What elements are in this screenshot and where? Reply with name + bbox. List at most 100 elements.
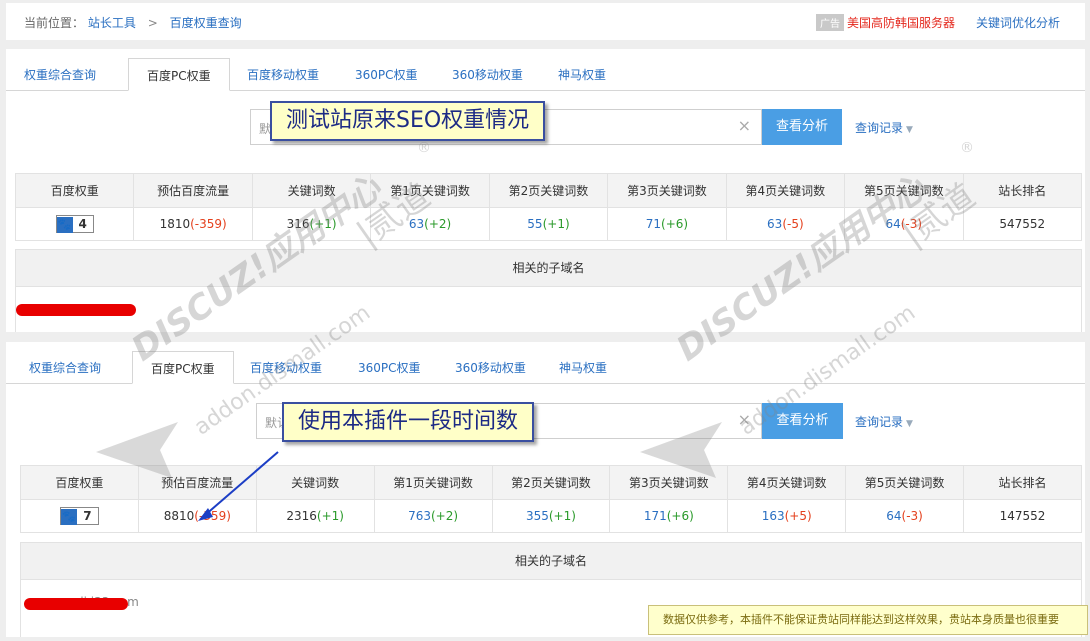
- column-header: 百度权重: [14, 173, 135, 208]
- query-history-link[interactable]: 查询记录 ▼: [855, 413, 913, 430]
- tab-baidu-pc[interactable]: 百度PC权重: [132, 351, 234, 384]
- weight-badge[interactable]: 🐾 4: [55, 215, 94, 233]
- annotation-callout: 测试站原来SEO权重情况: [270, 101, 546, 141]
- query-history-label: 查询记录: [855, 415, 904, 429]
- tab-360-pc[interactable]: 360PC权重: [358, 359, 421, 376]
- breadcrumb-link-tools[interactable]: 站长工具: [88, 16, 136, 30]
- keywords-cell: 2316(+1): [255, 499, 375, 533]
- page3-cell: 71(+6): [607, 207, 727, 241]
- redaction-mark: [16, 304, 136, 316]
- page5-value[interactable]: 64: [885, 217, 900, 231]
- column-header: 关键词数: [251, 173, 372, 208]
- tab-360-mobile[interactable]: 360移动权重: [455, 359, 526, 376]
- baidu-paw-icon: 🐾: [61, 509, 78, 525]
- traffic-cell: 1810(-359): [133, 207, 253, 241]
- subdomain-list: [15, 287, 1082, 332]
- column-header: 预估百度流量: [133, 173, 253, 208]
- page1-value[interactable]: 763: [408, 509, 431, 523]
- keyword-analysis-link[interactable]: 关键词优化分析: [976, 14, 1060, 31]
- baidu-paw-icon: 🐾: [56, 217, 73, 233]
- ad-link[interactable]: 美国高防韩国服务器: [847, 14, 955, 31]
- annotation-callout: 使用本插件一段时间数: [282, 402, 535, 442]
- page5-delta: (-3): [900, 217, 923, 231]
- page2-value[interactable]: 355: [526, 509, 549, 523]
- tab-360-mobile[interactable]: 360移动权重: [452, 66, 523, 83]
- breadcrumb-prefix: 当前位置：: [24, 16, 85, 30]
- page3-value[interactable]: 171: [644, 509, 667, 523]
- traffic-value: 1810: [159, 217, 191, 231]
- tab-shenma[interactable]: 神马权重: [559, 359, 607, 376]
- tab-weight-overview[interactable]: 权重综合查询: [24, 66, 96, 83]
- tab-bar: 权重综合查询 百度PC权重 百度移动权重 360PC权重 360移动权重 神马权…: [6, 58, 1085, 91]
- page2-value[interactable]: 55: [527, 217, 542, 231]
- page1-value[interactable]: 63: [409, 217, 424, 231]
- analyze-button[interactable]: 查看分析: [762, 403, 843, 439]
- keywords-cell: 316(+1): [251, 207, 372, 241]
- table-header-row: 百度权重 预估百度流量 关键词数 第1页关键词数 第2页关键词数 第3页关键词数…: [14, 173, 1082, 208]
- column-header: 百度权重: [20, 465, 139, 500]
- weight-value: 4: [78, 217, 87, 231]
- tab-baidu-mobile[interactable]: 百度移动权重: [247, 66, 319, 83]
- page1-cell: 763(+2): [373, 499, 493, 533]
- rank-cell: 547552: [962, 207, 1082, 241]
- keywords-delta: (+1): [316, 509, 344, 523]
- tab-360-pc[interactable]: 360PC权重: [355, 66, 418, 83]
- redaction-mark: [24, 598, 128, 610]
- tab-baidu-mobile[interactable]: 百度移动权重: [250, 359, 322, 376]
- chevron-down-icon: ▼: [906, 419, 913, 429]
- tab-baidu-pc[interactable]: 百度PC权重: [128, 58, 230, 91]
- chevron-down-icon: ▼: [906, 125, 913, 135]
- page1-delta: (+2): [430, 509, 459, 523]
- query-history-label: 查询记录: [855, 121, 904, 135]
- keywords-value: 316: [286, 217, 310, 231]
- page2-cell: 355(+1): [491, 499, 611, 533]
- weight-badge[interactable]: 🐾 7: [60, 507, 99, 525]
- result-panel-after: 权重综合查询 百度PC权重 百度移动权重 360PC权重 360移动权重 神马权…: [6, 342, 1085, 637]
- column-header: 第2页关键词数: [488, 173, 609, 208]
- page4-cell: 63(-5): [725, 207, 846, 241]
- breadcrumb: 当前位置： 站长工具 > 百度权重查询: [24, 14, 242, 31]
- column-header: 站长排名: [963, 465, 1082, 500]
- table-row: 🐾 4 1810(-359) 316(+1) 63(+2) 55(+1) 71(+…: [14, 207, 1082, 241]
- column-header: 关键词数: [255, 465, 375, 500]
- column-header: 第2页关键词数: [491, 465, 611, 500]
- baidu-weight-cell: 🐾 7: [20, 499, 139, 533]
- breadcrumb-link-baidu-weight[interactable]: 百度权重查询: [170, 16, 242, 30]
- disclaimer-notice: 数据仅供参考，本插件不能保证贵站同样能达到这样效果，贵站本身质量也很重要: [648, 605, 1088, 635]
- analyze-button[interactable]: 查看分析: [762, 109, 842, 145]
- table-row: 🐾 7 8810(-359) 2316(+1) 763(+2) 355(+1) 1…: [20, 499, 1082, 533]
- subdomain-header: 相关的子域名: [15, 249, 1082, 287]
- subdomain-header: 相关的子域名: [20, 542, 1082, 580]
- page3-cell: 171(+6): [609, 499, 729, 533]
- page1-cell: 63(+2): [370, 207, 490, 241]
- clear-icon[interactable]: ×: [738, 116, 751, 135]
- weight-value: 7: [83, 509, 92, 523]
- clear-icon[interactable]: ×: [738, 410, 751, 429]
- column-header: 第4页关键词数: [727, 465, 847, 500]
- tab-shenma[interactable]: 神马权重: [558, 66, 606, 83]
- traffic-delta: (-359): [190, 217, 227, 231]
- table-header-row: 百度权重 预估百度流量 关键词数 第1页关键词数 第2页关键词数 第3页关键词数…: [20, 465, 1082, 500]
- query-history-link[interactable]: 查询记录 ▼: [855, 119, 913, 136]
- tab-weight-overview[interactable]: 权重综合查询: [29, 359, 101, 376]
- page5-delta: (-3): [901, 509, 923, 523]
- page2-delta: (+1): [542, 217, 570, 231]
- page5-cell: 64(-3): [844, 207, 964, 241]
- page3-value[interactable]: 71: [646, 217, 661, 231]
- page4-value[interactable]: 163: [762, 509, 785, 523]
- column-header: 第3页关键词数: [609, 465, 729, 500]
- column-header: 第1页关键词数: [373, 465, 493, 500]
- ad-badge: 广告: [816, 14, 844, 31]
- page5-value[interactable]: 64: [886, 509, 901, 523]
- weight-table: 百度权重 预估百度流量 关键词数 第1页关键词数 第2页关键词数 第3页关键词数…: [14, 173, 1082, 241]
- traffic-delta: (-359): [194, 509, 231, 523]
- page3-delta: (+6): [666, 509, 694, 523]
- column-header: 第5页关键词数: [844, 173, 964, 208]
- keywords-delta: (+1): [309, 217, 337, 231]
- page2-cell: 55(+1): [488, 207, 609, 241]
- page3-delta: (+6): [661, 217, 689, 231]
- column-header: 预估百度流量: [137, 465, 257, 500]
- page4-value[interactable]: 63: [767, 217, 782, 231]
- traffic-value: 8810: [163, 509, 195, 523]
- top-bar: 当前位置： 站长工具 > 百度权重查询 广告 美国高防韩国服务器 关键词优化分析: [6, 3, 1085, 40]
